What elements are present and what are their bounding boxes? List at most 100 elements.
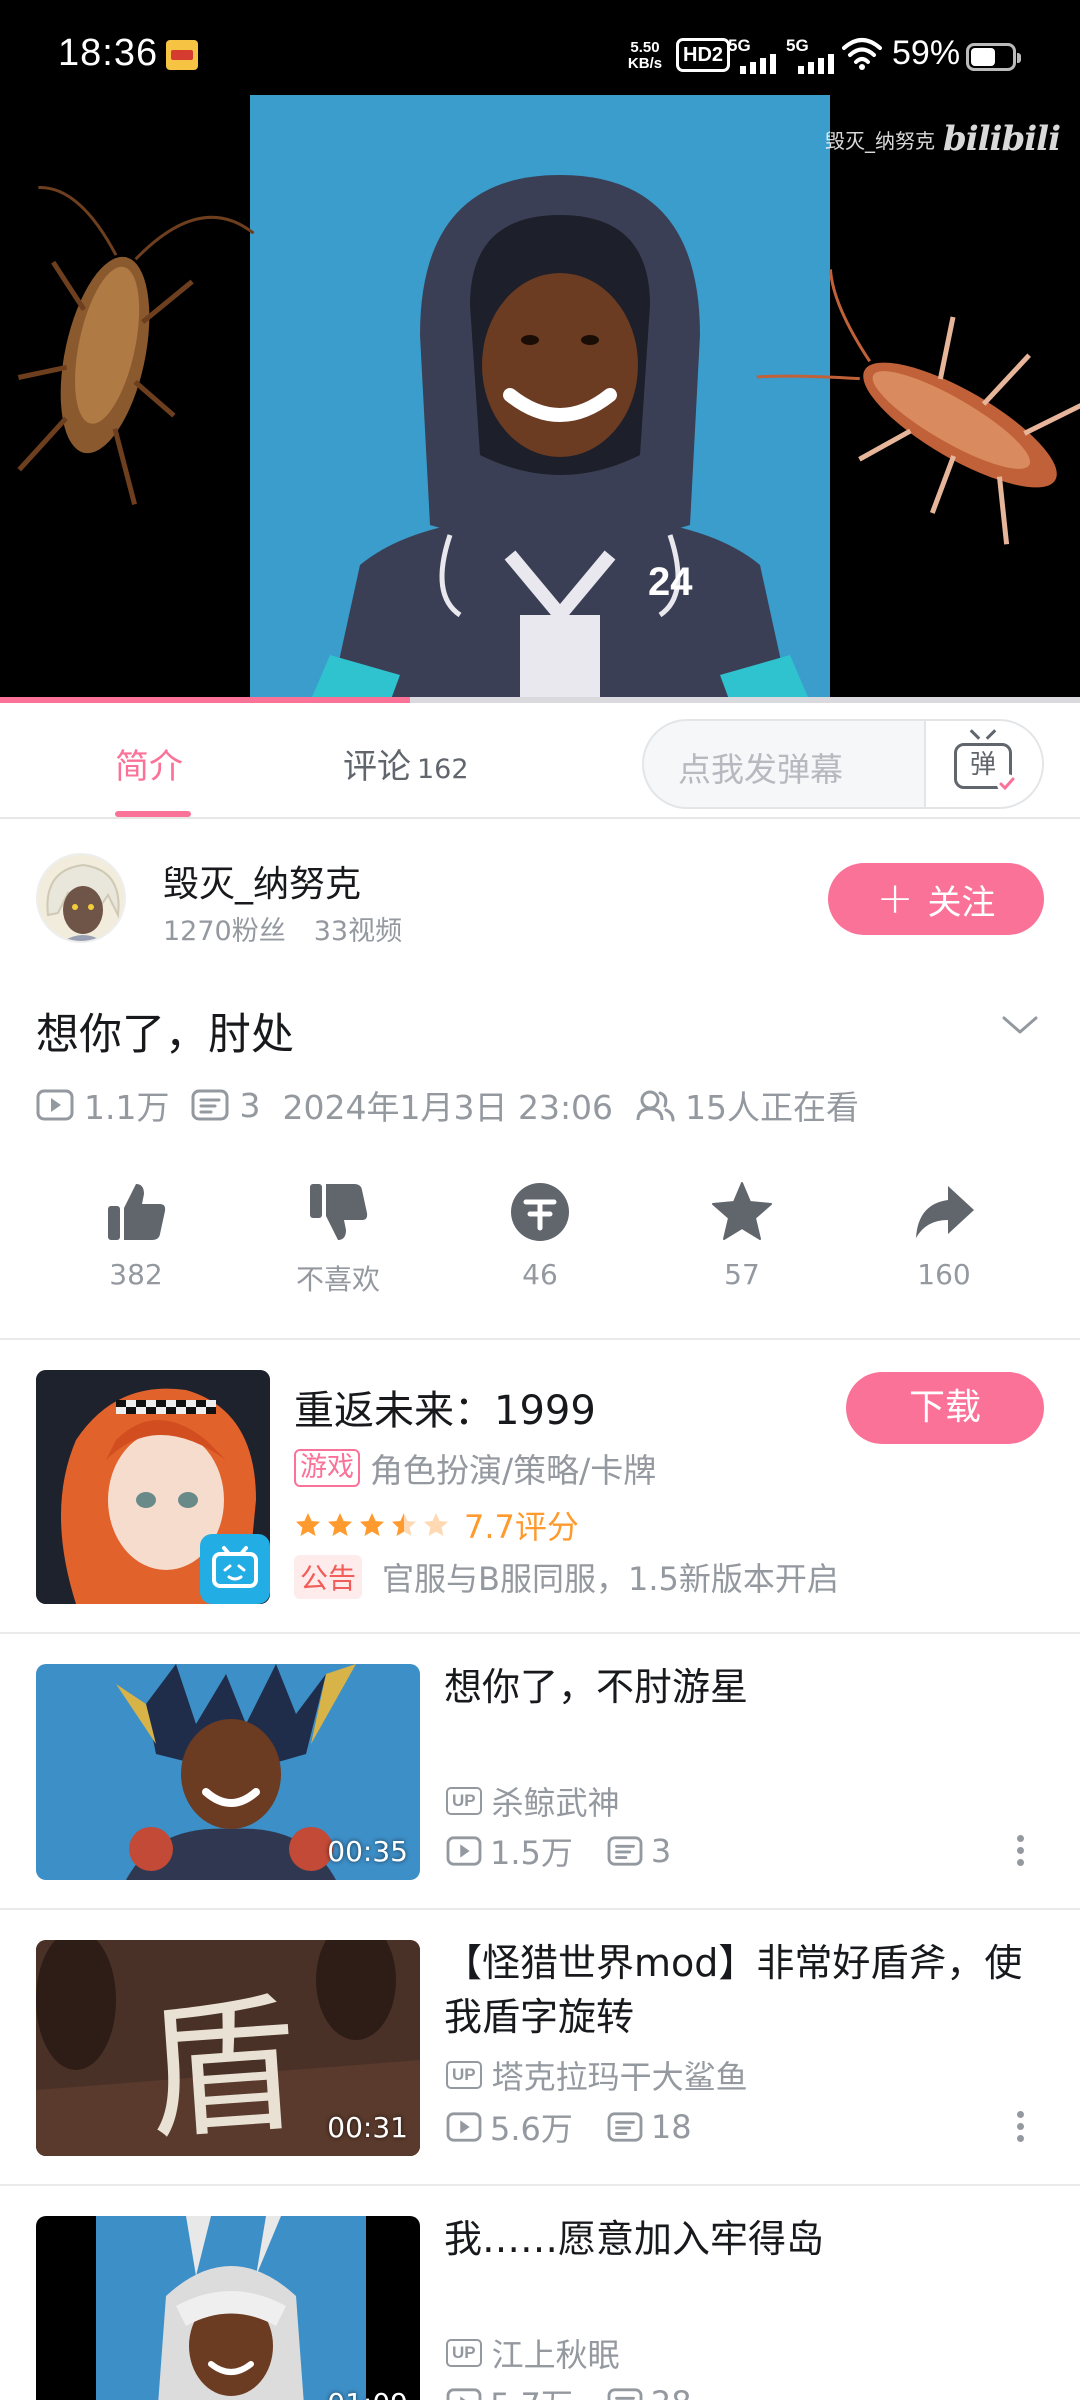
related-video-card[interactable]: 01:09 我……愿意加入牢得岛 UP 江上秋眠 5.7万 28: [0, 2186, 1080, 2400]
game-title[interactable]: 重返未来：1999: [294, 1378, 596, 1436]
coin-count: 46: [522, 1258, 558, 1291]
related-video-title[interactable]: 想你了，不肘游星: [444, 1660, 1044, 1714]
star-icon: [392, 1513, 416, 1536]
like-count: 382: [109, 1258, 163, 1291]
video-watermark: 毁灭_纳努克 bilibili: [824, 119, 1061, 159]
star-icon: [360, 1513, 384, 1536]
view-count: 1.1万: [84, 1088, 170, 1127]
related-video-title[interactable]: 【怪猎世界mod】非常好盾斧，使我盾字旋转: [444, 1936, 1044, 2044]
game-cover[interactable]: [36, 1370, 270, 1604]
more-options-icon[interactable]: [1010, 2108, 1030, 2148]
battery-icon: [966, 43, 1021, 71]
chevron-down-icon[interactable]: [1000, 1010, 1040, 1040]
danmaku-count-icon: [607, 1836, 643, 1866]
danmaku-toggle-button[interactable]: 弹: [924, 721, 1042, 807]
danmaku-count-icon: [191, 1089, 229, 1121]
tab-active-indicator: [115, 811, 191, 817]
uploader-stats: 1270粉丝 33视频: [163, 909, 402, 948]
svg-text:盾: 盾: [141, 1977, 303, 2156]
danmaku-count-icon: [607, 2112, 643, 2142]
rating-text: 7.7评分: [464, 1508, 579, 1546]
related-video-uploader: UP 江上秋眠: [446, 2330, 620, 2376]
coin-icon: [511, 1183, 569, 1241]
signal-icon: 5G: [786, 36, 842, 76]
related-video-card[interactable]: 00:35 想你了，不肘游星 UP 杀鲸武神 1.5万 3: [0, 1634, 1080, 1910]
video-title: 想你了，肘处: [36, 1010, 294, 1060]
more-options-icon[interactable]: [1010, 1832, 1030, 1872]
coin-button[interactable]: 46: [470, 1180, 610, 1291]
up-tag: UP: [446, 2061, 482, 2089]
game-badge: 游戏: [294, 1449, 360, 1487]
game-genres: 角色扮演/策略/卡牌: [370, 1451, 657, 1490]
favorite-count: 57: [724, 1258, 760, 1291]
thumbnail-image: [36, 2216, 420, 2400]
svg-text:24: 24: [648, 560, 693, 604]
video-count: 33视频: [313, 916, 403, 947]
signal-icon: 5G: [728, 36, 784, 76]
dislike-button[interactable]: 不喜欢: [268, 1180, 408, 1298]
wifi-icon: [842, 38, 882, 70]
danmaku-count: 3: [239, 1085, 261, 1125]
share-button[interactable]: 160: [874, 1180, 1014, 1291]
battery-percent: 59%: [892, 34, 961, 72]
danmaku-input[interactable]: 点我发弹幕 弹: [642, 719, 1044, 809]
related-video-stats: 5.7万 28: [446, 2380, 692, 2400]
play-count-icon: [36, 1089, 74, 1121]
status-bar: 18:36 5.50 KB/s HD2 5G 5G 59%: [0, 0, 1080, 95]
download-button[interactable]: 下载: [846, 1372, 1044, 1444]
tab-intro[interactable]: 简介: [115, 739, 183, 788]
hd-voice-icon: HD2: [676, 38, 731, 72]
viewers-icon: [636, 1090, 675, 1122]
plus-icon: +: [876, 873, 914, 924]
video-thumbnail[interactable]: 01:09: [36, 2216, 420, 2400]
play-count-icon: [446, 2388, 482, 2400]
tab-bar: 简介 评论 162 点我发弹幕 弹: [0, 703, 1080, 819]
danmaku-count-icon: [607, 2388, 643, 2400]
thumbs-up-icon: [108, 1184, 166, 1240]
video-thumbnail[interactable]: 盾 00:31: [36, 1940, 420, 2156]
favorite-button[interactable]: 57: [672, 1180, 812, 1291]
rating-stars: [294, 1511, 450, 1539]
network-speed: 5.50 KB/s: [627, 39, 663, 72]
app-notification-icon: [166, 40, 198, 70]
video-duration: 00:31: [327, 2111, 408, 2144]
notice-badge: 公告: [294, 1555, 363, 1599]
watching-count: 15人正在看: [685, 1088, 860, 1127]
game-rating: 7.7评分: [294, 1502, 579, 1548]
share-icon: [916, 1186, 974, 1238]
dislike-label: 不喜欢: [295, 1263, 380, 1296]
share-count: 160: [917, 1258, 971, 1291]
game-cover-image: [36, 1370, 270, 1604]
related-video-stats: 5.6万 18: [446, 2104, 692, 2150]
like-button[interactable]: 382: [66, 1180, 206, 1291]
notice-text: 官服与B服同服，1.5新版本开启: [382, 1560, 839, 1598]
avatar-image: [38, 855, 124, 941]
bilibili-logo: bilibili: [942, 119, 1061, 159]
thumbs-down-icon: [310, 1184, 368, 1240]
publish-date: 2024年1月3日 23:06: [282, 1088, 614, 1127]
related-video-card[interactable]: 盾 00:31 【怪猎世界mod】非常好盾斧，使我盾字旋转 UP 塔克拉玛干大鲨…: [0, 1910, 1080, 2186]
game-ad-card[interactable]: 重返未来：1999 下载 游戏 角色扮演/策略/卡牌 7.7评分 公告 官服与B…: [0, 1360, 1080, 1630]
star-icon: [712, 1182, 772, 1240]
video-meta: 1.1万 3 2024年1月3日 23:06 15人正在看: [36, 1081, 859, 1129]
star-icon: [296, 1513, 320, 1536]
uploader-row: 毁灭_纳努克 1270粉丝 33视频 + 关注: [0, 821, 1080, 981]
video-duration: 01:09: [327, 2387, 408, 2400]
related-video-title[interactable]: 我……愿意加入牢得岛: [444, 2212, 1044, 2266]
related-video-uploader: UP 塔克拉玛干大鲨鱼: [446, 2052, 748, 2098]
play-count-icon: [446, 2112, 482, 2142]
avatar[interactable]: [36, 853, 126, 943]
uploader-name[interactable]: 毁灭_纳努克: [163, 855, 361, 907]
play-count-icon: [446, 1836, 482, 1866]
divider: [0, 1338, 1080, 1340]
video-player[interactable]: 24 毁灭_纳努克 bilibili: [0, 95, 1080, 702]
tab-comments[interactable]: 评论 162: [343, 739, 469, 788]
fans-count: 1270粉丝: [163, 916, 286, 947]
video-duration: 00:35: [327, 1835, 408, 1868]
status-time: 18:36: [58, 32, 159, 74]
game-tags: 游戏 角色扮演/策略/卡牌: [294, 1444, 656, 1492]
related-video-stats: 1.5万 3: [446, 1828, 671, 1874]
comments-count: 162: [417, 754, 469, 785]
follow-button[interactable]: + 关注: [828, 863, 1044, 935]
video-thumbnail[interactable]: 00:35: [36, 1664, 420, 1880]
